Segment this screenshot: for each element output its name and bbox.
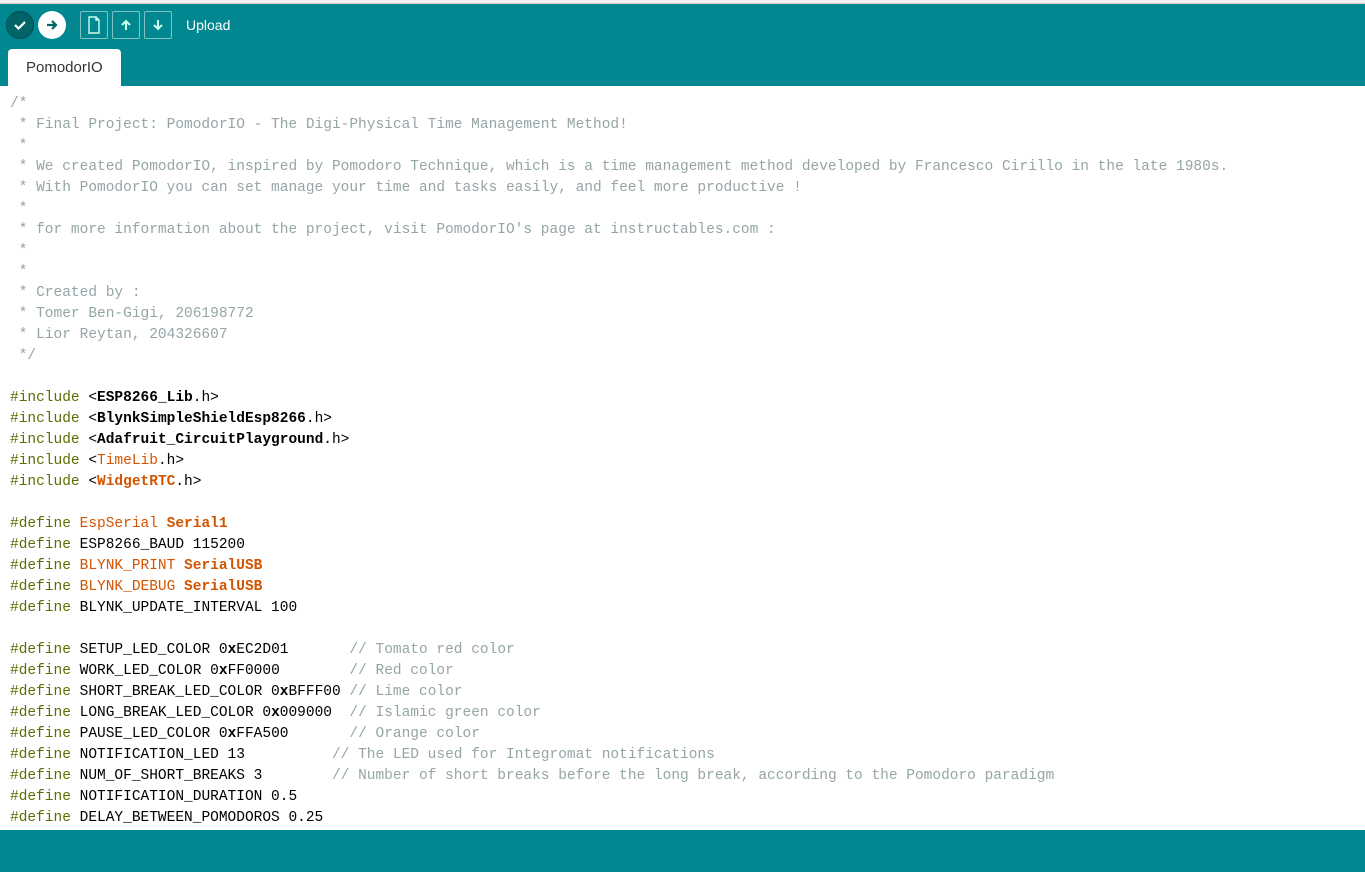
toolbar-hint-label: Upload [186,17,230,33]
arrow-right-icon [44,17,60,33]
arrow-up-icon [118,17,134,33]
check-icon [12,17,28,33]
status-bar [0,830,1365,872]
tab-label: PomodorIO [26,59,103,76]
file-icon [86,16,102,34]
upload-button[interactable] [38,11,66,39]
arrow-down-icon [150,17,166,33]
verify-button[interactable] [6,11,34,39]
new-button[interactable] [80,11,108,39]
code-editor[interactable]: /* * Final Project: PomodorIO - The Digi… [0,86,1365,830]
code-content: /* * Final Project: PomodorIO - The Digi… [10,96,1228,826]
save-button[interactable] [144,11,172,39]
toolbar: Upload [0,4,1365,46]
tab-bar: PomodorIO [0,46,1365,86]
open-button[interactable] [112,11,140,39]
tab-pomodorio[interactable]: PomodorIO [8,49,121,86]
